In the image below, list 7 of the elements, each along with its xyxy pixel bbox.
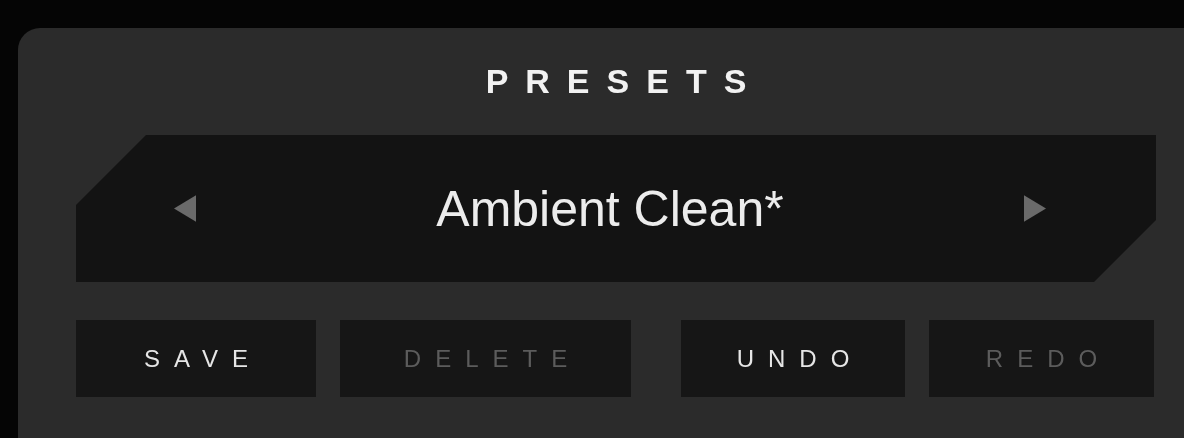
preset-action-button[interactable]: SAVE xyxy=(76,320,316,397)
preset-selector[interactable]: Ambient Clean* xyxy=(76,135,1156,282)
preset-name: Ambient Clean* xyxy=(436,179,784,238)
next-arrow-icon[interactable] xyxy=(1024,195,1046,222)
previous-arrow-icon[interactable] xyxy=(174,195,196,222)
preset-action-button[interactable]: UNDO xyxy=(681,320,905,397)
panel-title: PRESETS xyxy=(484,61,765,102)
